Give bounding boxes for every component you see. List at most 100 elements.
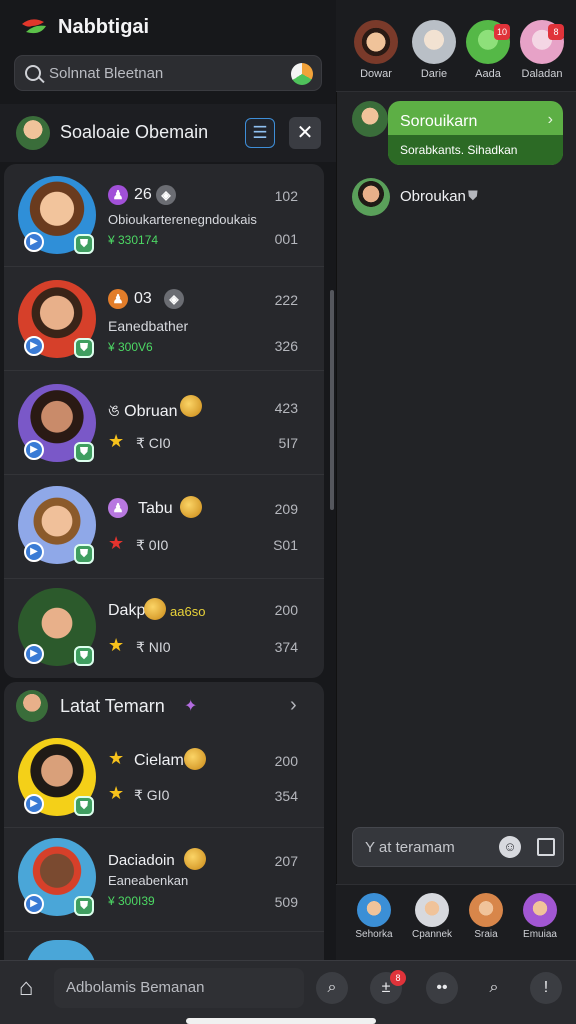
play-icon: ▶ (24, 794, 44, 814)
list-item[interactable]: ▶ ⛊ Daciadoin Eaneabenkan ¥ 300I39 207 5… (4, 828, 324, 932)
star-icon: ★ (108, 635, 125, 655)
scrollbar[interactable] (330, 290, 334, 510)
avatar (352, 178, 390, 216)
app-title: Nabbtigai (58, 16, 150, 38)
contact-tag: aa6so (170, 604, 206, 619)
bottom-contact[interactable]: Emuiaa (516, 893, 564, 940)
chat-contact-name: Obroukan (400, 188, 466, 205)
avatar (357, 893, 391, 927)
contact-sub: ₹ GI0 (134, 787, 170, 803)
emoji-icon (180, 395, 202, 417)
verified-icon: ⛊ (468, 188, 478, 203)
play-icon: ▶ (24, 894, 44, 914)
contact-sub: ₹ 0I0 (136, 537, 169, 553)
home-icon[interactable]: ⌂ (12, 974, 40, 1002)
top-contact-label: Daladan (521, 68, 563, 80)
avatar (16, 116, 50, 150)
avatar (412, 20, 456, 64)
count-top: 209 (274, 501, 298, 517)
emoji-icon (184, 748, 206, 770)
play-icon: ▶ (24, 232, 44, 252)
bubble-sub-text: Sorabkants. Sihadkan (400, 143, 518, 157)
list-item[interactable]: ▶ ⛊ ঙ Obruan ★ ₹ CI0 423 5I7 (4, 372, 324, 475)
section-title: Latat Temarn (60, 696, 165, 716)
bottom-search-input[interactable]: Adbolamis Bemanan (54, 968, 304, 1008)
bottom-contact[interactable]: Cpannek (408, 893, 456, 940)
shield-icon: ⛊ (74, 544, 94, 564)
info-icon[interactable]: ! (530, 972, 562, 1004)
rank-icon: ◈ (164, 289, 184, 309)
contact-sub: ¥ 300I39 (108, 894, 155, 908)
section-title: Soaloaie Obemain (60, 122, 209, 142)
contact-name: Daciadoin (108, 852, 175, 869)
bottom-search-placeholder: Adbolamis Bemanan (66, 979, 205, 996)
contact-name: Obioukarterenegndoukais (108, 212, 257, 227)
list-item[interactable]: ▶ ⛊ ♟ 03 ◈ Eanedbather ¥ 300V6 222 326 (4, 268, 324, 371)
filter-button[interactable]: ☰ (245, 118, 275, 148)
bottom-contact[interactable]: Sraia (462, 893, 510, 940)
shield-icon: ⛊ (74, 796, 94, 816)
top-contact-label: Aada (475, 68, 501, 80)
count-bottom: 354 (274, 788, 298, 804)
more-icon[interactable]: •• (426, 972, 458, 1004)
message-input[interactable]: Y at teramam ☺ (352, 827, 564, 867)
star-icon: ★ (108, 431, 125, 451)
contact-subname: Eaneabenkan (108, 873, 189, 888)
bottom-contact[interactable]: Sehorka (350, 893, 398, 940)
search-icon[interactable]: ⌕ (316, 972, 348, 1004)
attach-icon[interactable] (537, 838, 555, 856)
list-item[interactable]: ▶ ⛊ ★ Cielam ★ ₹ GI0 200 354 (4, 726, 324, 828)
avatar (352, 101, 388, 137)
notification-badge: 8 (390, 970, 406, 986)
badge-number: 26 (134, 186, 152, 203)
chevron-right-icon: › (547, 111, 553, 128)
contact-sub: ₹ NI0 (136, 639, 171, 655)
top-contact[interactable]: Dowar (352, 20, 400, 80)
play-icon: ▶ (24, 440, 44, 460)
status-chip: ♟ (108, 289, 128, 309)
notification-badge: 8 (548, 24, 564, 40)
message-bubble[interactable]: Sorouikarn › Sorabkants. Sihadkan (388, 101, 563, 165)
contacts-card: ▶ ⛊ ♟ 26 ◈ Obioukarterenegndoukais ¥ 330… (4, 164, 324, 678)
shield-icon: ⛊ (74, 338, 94, 358)
notification-badge: 10 (494, 24, 510, 40)
search-alt-icon[interactable]: ⌕ (478, 972, 510, 1004)
top-contact-label: Darie (420, 68, 448, 80)
emoji-icon (144, 598, 166, 620)
status-chip: ♟ (108, 185, 128, 205)
emoji-icon (184, 848, 206, 870)
count-bottom: 326 (274, 338, 298, 354)
list-item[interactable]: ▶ ⛊ Dakp aa6so ★ ₹ NI0 200 374 (4, 580, 324, 683)
section-header-online: Soaloaie Obemain ☰ ✕ (0, 104, 336, 162)
avatar (354, 20, 398, 64)
shield-icon: ⛊ (74, 646, 94, 666)
bottom-contact-label: Cpannek (411, 929, 453, 940)
search-icon (25, 65, 41, 81)
count-top: 200 (274, 602, 298, 618)
chevron-right-icon[interactable]: › (290, 694, 297, 717)
assistant-icon[interactable] (291, 63, 313, 85)
close-button[interactable]: ✕ (289, 117, 321, 149)
bottom-contact-label: Sehorka (355, 929, 393, 940)
bubble-sub: Sorabkants. Sihadkan (388, 135, 563, 165)
count-bottom: 5I7 (278, 435, 298, 451)
shield-icon: ⛊ (74, 896, 94, 916)
list-item[interactable]: ▶ ⛊ ♟ Tabu ★ ₹ 0I0 209 S01 (4, 476, 324, 579)
bottom-contact-label: Emuiaa (523, 929, 557, 940)
bubble-title: Sorouikarn (400, 113, 478, 130)
message-placeholder: Y at teramam (365, 839, 455, 856)
emoji-picker-icon[interactable]: ☺ (499, 836, 521, 858)
search-input[interactable]: Solnnat Bleetnan (14, 55, 322, 91)
list-item[interactable]: ▶ ⛊ ♟ 26 ◈ Obioukarterenegndoukais ¥ 330… (4, 164, 324, 267)
bottom-contact-label: Sraia (474, 929, 498, 940)
top-contact[interactable]: Darie (410, 20, 458, 80)
contact-sub: ₹ CI0 (136, 435, 171, 451)
avatar (523, 893, 557, 927)
avatar (415, 893, 449, 927)
badge-number: 03 (134, 290, 152, 307)
count-bottom: S01 (273, 537, 298, 553)
shield-icon: ⛊ (74, 442, 94, 462)
contact-name: ঙ Obruan (108, 403, 178, 420)
contact-sub: ¥ 300V6 (108, 340, 153, 354)
star-icon: ★ (108, 783, 125, 803)
